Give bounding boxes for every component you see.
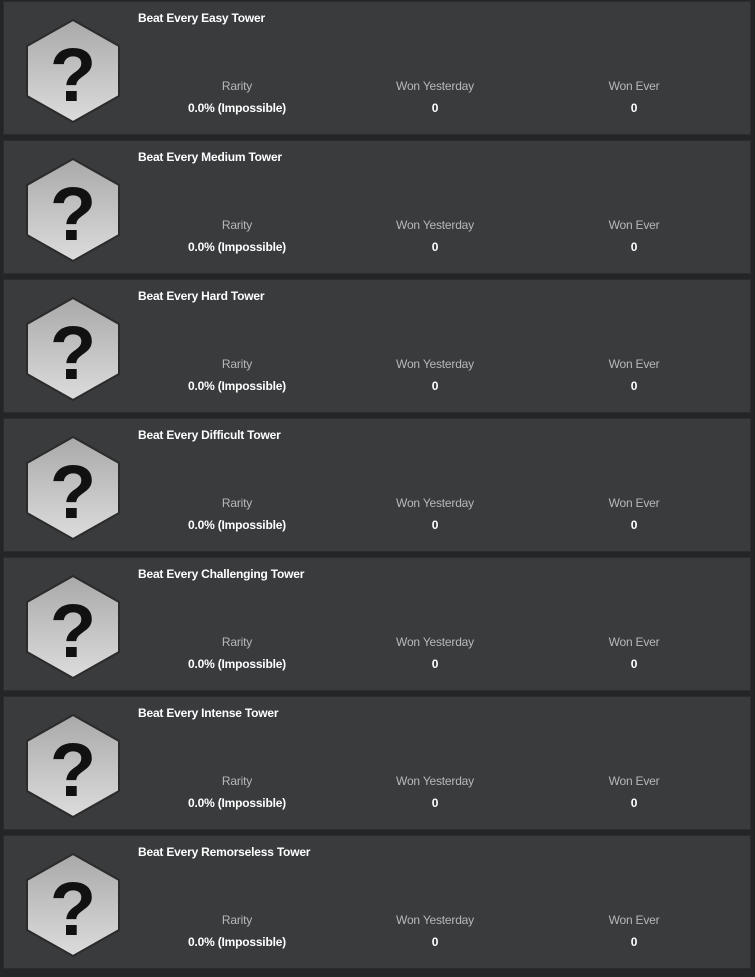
won-ever-stat: Won Ever 0 <box>534 357 734 394</box>
won-yesterday-label: Won Yesterday <box>396 496 474 510</box>
rarity-value: 0.0% (Impossible) <box>188 796 286 810</box>
rarity-label: Rarity <box>221 913 253 927</box>
svg-text:?: ? <box>50 33 96 118</box>
rarity-stat: Rarity 0.0% (Impossible) <box>137 79 337 116</box>
rarity-stat: Rarity 0.0% (Impossible) <box>137 357 337 394</box>
won-ever-label: Won Ever <box>608 635 660 649</box>
badge-card[interactable]: ? Beat Every Medium Tower Rarity 0.0% (I… <box>3 140 751 274</box>
won-ever-label: Won Ever <box>608 496 660 510</box>
svg-text:?: ? <box>50 450 96 535</box>
rarity-value: 0.0% (Impossible) <box>188 379 286 393</box>
won-ever-stat: Won Ever 0 <box>534 496 734 533</box>
won-yesterday-value: 0 <box>431 240 439 254</box>
won-yesterday-stat: Won Yesterday 0 <box>335 496 535 533</box>
badge-title[interactable]: Beat Every Remorseless Tower <box>138 845 310 859</box>
won-ever-stat: Won Ever 0 <box>534 79 734 116</box>
won-yesterday-label: Won Yesterday <box>396 913 474 927</box>
badge-title[interactable]: Beat Every Medium Tower <box>138 150 282 164</box>
question-mark-hexagon-icon: ? <box>26 296 120 402</box>
won-ever-stat: Won Ever 0 <box>534 913 734 950</box>
svg-text:?: ? <box>50 311 96 396</box>
won-yesterday-value: 0 <box>431 935 439 949</box>
rarity-label: Rarity <box>221 496 253 510</box>
badge-title[interactable]: Beat Every Difficult Tower <box>138 428 281 442</box>
svg-text:?: ? <box>50 867 96 952</box>
rarity-stat: Rarity 0.0% (Impossible) <box>137 913 337 950</box>
won-yesterday-stat: Won Yesterday 0 <box>335 218 535 255</box>
rarity-value: 0.0% (Impossible) <box>188 657 286 671</box>
badge-card[interactable]: ? Beat Every Easy Tower Rarity 0.0% (Imp… <box>3 1 751 135</box>
won-yesterday-label: Won Yesterday <box>396 635 474 649</box>
badge-card[interactable]: ? Beat Every Intense Tower Rarity 0.0% (… <box>3 696 751 830</box>
won-yesterday-stat: Won Yesterday 0 <box>335 635 535 672</box>
won-ever-value: 0 <box>630 101 638 115</box>
rarity-stat: Rarity 0.0% (Impossible) <box>137 774 337 811</box>
won-ever-stat: Won Ever 0 <box>534 774 734 811</box>
won-yesterday-value: 0 <box>431 518 439 532</box>
won-yesterday-stat: Won Yesterday 0 <box>335 357 535 394</box>
question-mark-hexagon-icon: ? <box>26 713 120 819</box>
won-ever-value: 0 <box>630 379 638 393</box>
rarity-stat: Rarity 0.0% (Impossible) <box>137 218 337 255</box>
won-yesterday-stat: Won Yesterday 0 <box>335 79 535 116</box>
badge-list-page: { "stat_labels": { "rarity": "Rarity", "… <box>0 0 755 977</box>
badge-card[interactable]: ? Beat Every Hard Tower Rarity 0.0% (Imp… <box>3 279 751 413</box>
question-mark-hexagon-icon: ? <box>26 435 120 541</box>
rarity-stat: Rarity 0.0% (Impossible) <box>137 635 337 672</box>
badge-title[interactable]: Beat Every Challenging Tower <box>138 567 304 581</box>
won-yesterday-value: 0 <box>431 657 439 671</box>
rarity-label: Rarity <box>221 357 253 371</box>
svg-text:?: ? <box>50 728 96 813</box>
won-ever-value: 0 <box>630 935 638 949</box>
won-ever-value: 0 <box>630 518 638 532</box>
won-ever-label: Won Ever <box>608 79 660 93</box>
rarity-value: 0.0% (Impossible) <box>188 101 286 115</box>
won-yesterday-value: 0 <box>431 379 439 393</box>
won-ever-label: Won Ever <box>608 913 660 927</box>
won-ever-stat: Won Ever 0 <box>534 218 734 255</box>
won-yesterday-stat: Won Yesterday 0 <box>335 774 535 811</box>
won-ever-label: Won Ever <box>608 774 660 788</box>
rarity-value: 0.0% (Impossible) <box>188 935 286 949</box>
rarity-value: 0.0% (Impossible) <box>188 240 286 254</box>
rarity-label: Rarity <box>221 79 253 93</box>
won-ever-value: 0 <box>630 240 638 254</box>
question-mark-hexagon-icon: ? <box>26 157 120 263</box>
svg-text:?: ? <box>50 589 96 674</box>
won-yesterday-label: Won Yesterday <box>396 218 474 232</box>
svg-text:?: ? <box>50 172 96 257</box>
won-yesterday-stat: Won Yesterday 0 <box>335 913 535 950</box>
won-yesterday-label: Won Yesterday <box>396 774 474 788</box>
badge-title[interactable]: Beat Every Easy Tower <box>138 11 265 25</box>
rarity-label: Rarity <box>221 218 253 232</box>
badge-title[interactable]: Beat Every Intense Tower <box>138 706 279 720</box>
won-ever-value: 0 <box>630 657 638 671</box>
rarity-value: 0.0% (Impossible) <box>188 518 286 532</box>
won-ever-value: 0 <box>630 796 638 810</box>
question-mark-hexagon-icon: ? <box>26 18 120 124</box>
badge-card[interactable]: ? Beat Every Remorseless Tower Rarity 0.… <box>3 835 751 969</box>
won-yesterday-label: Won Yesterday <box>396 79 474 93</box>
badge-card[interactable]: ? Beat Every Challenging Tower Rarity 0.… <box>3 557 751 691</box>
won-yesterday-value: 0 <box>431 796 439 810</box>
won-yesterday-label: Won Yesterday <box>396 357 474 371</box>
won-ever-stat: Won Ever 0 <box>534 635 734 672</box>
rarity-stat: Rarity 0.0% (Impossible) <box>137 496 337 533</box>
won-yesterday-value: 0 <box>431 101 439 115</box>
rarity-label: Rarity <box>221 635 253 649</box>
question-mark-hexagon-icon: ? <box>26 852 120 958</box>
rarity-label: Rarity <box>221 774 253 788</box>
badge-title[interactable]: Beat Every Hard Tower <box>138 289 264 303</box>
won-ever-label: Won Ever <box>608 357 660 371</box>
won-ever-label: Won Ever <box>608 218 660 232</box>
badge-card[interactable]: ? Beat Every Difficult Tower Rarity 0.0%… <box>3 418 751 552</box>
question-mark-hexagon-icon: ? <box>26 574 120 680</box>
